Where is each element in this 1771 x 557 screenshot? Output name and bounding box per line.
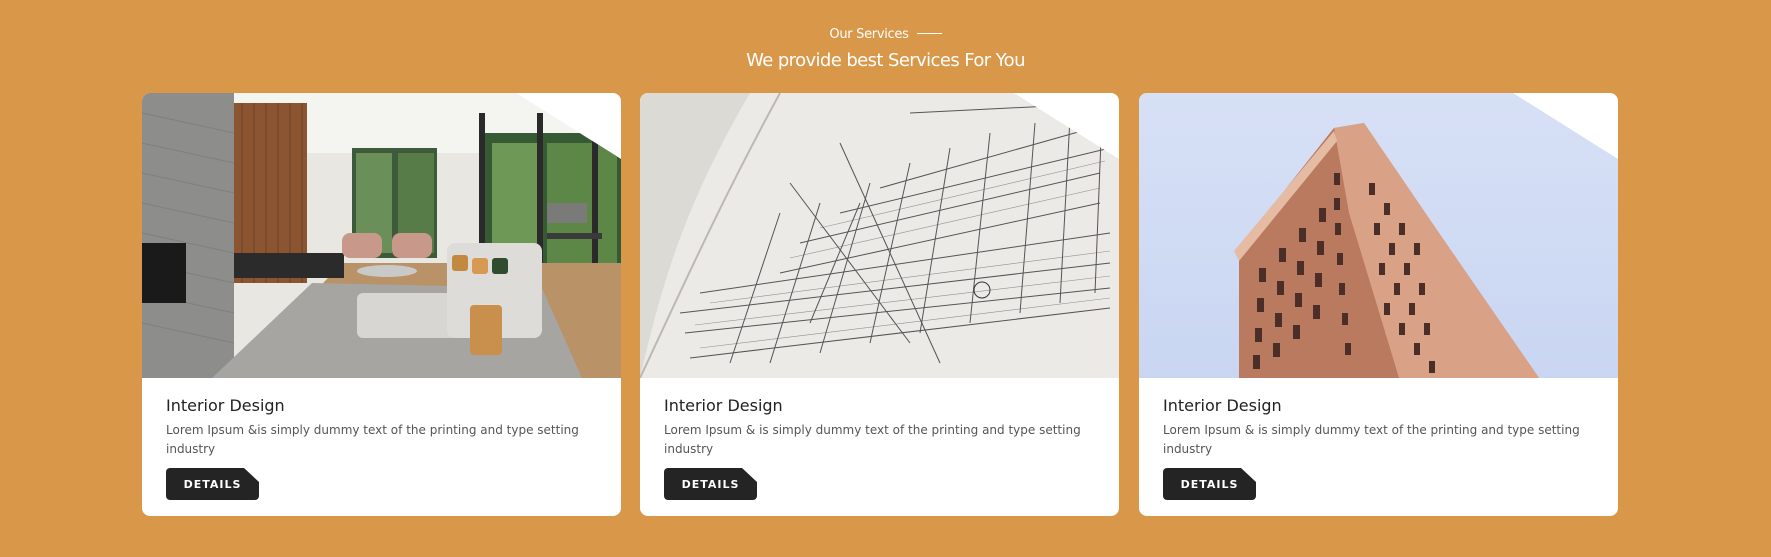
card-title: Interior Design	[166, 396, 285, 415]
card-description: Lorem Ipsum & is simply dummy text of th…	[664, 423, 1081, 456]
service-card: Interior Design Lorem Ipsum & is simply …	[640, 93, 1119, 516]
details-button[interactable]: DETAILS	[1163, 468, 1256, 500]
blueprint-image	[640, 93, 1119, 378]
card-title: Interior Design	[664, 396, 783, 415]
eyebrow-line	[916, 33, 942, 34]
card-description: Lorem Ipsum & is simply dummy text of th…	[1163, 423, 1580, 456]
card-description: Lorem Ipsum &is simply dummy text of the…	[166, 423, 579, 456]
details-button[interactable]: DETAILS	[166, 468, 259, 500]
card-title: Interior Design	[1163, 396, 1282, 415]
flatiron-building-image	[1139, 93, 1618, 378]
service-card: Interior Design Lorem Ipsum &is simply d…	[142, 93, 621, 516]
details-button[interactable]: DETAILS	[664, 468, 757, 500]
section-title: We provide best Services For You	[746, 50, 1025, 71]
section-eyebrow: Our Services	[0, 27, 1771, 42]
service-card: Interior Design Lorem Ipsum & is simply …	[1139, 93, 1618, 516]
living-room-image	[142, 93, 621, 378]
eyebrow-text: Our Services	[829, 27, 909, 42]
